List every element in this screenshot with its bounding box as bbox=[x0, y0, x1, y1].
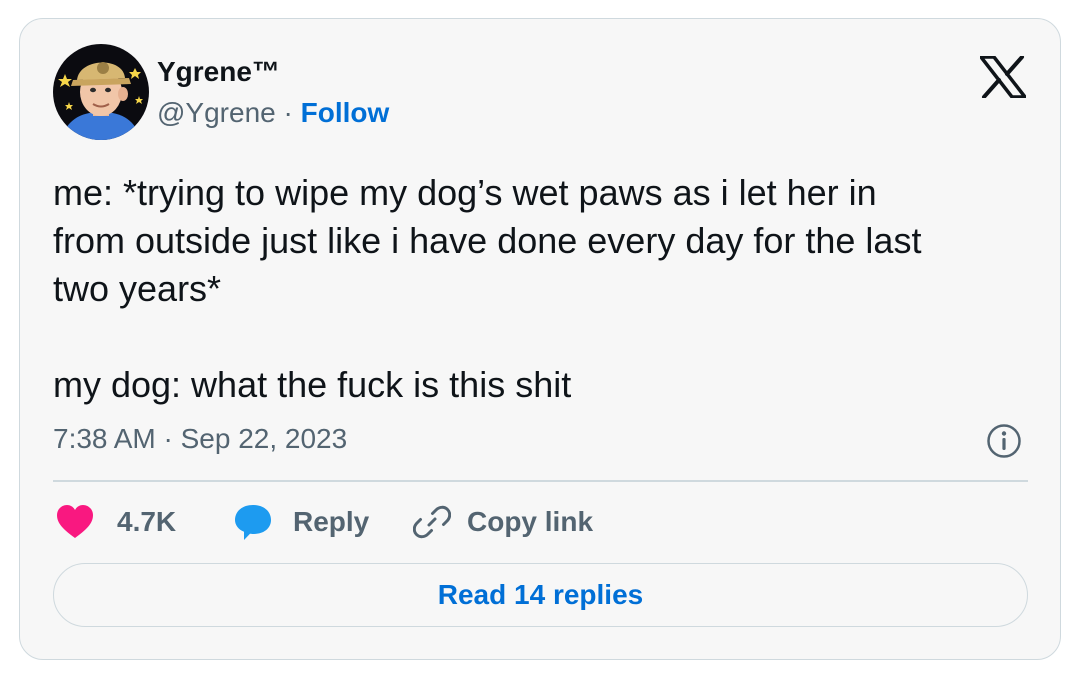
embedded-tweet-card: Ygrene™ @Ygrene · Follow me: *trying to … bbox=[19, 18, 1061, 660]
reply-button[interactable]: Reply bbox=[233, 501, 369, 543]
copy-link-label: Copy link bbox=[467, 506, 594, 537]
copy-link-button[interactable]: Copy link bbox=[413, 501, 593, 543]
tweet-text: me: *trying to wipe my dog’s wet paws as… bbox=[53, 172, 922, 405]
reply-label: Reply bbox=[293, 506, 370, 537]
heart-icon bbox=[57, 505, 93, 538]
author-display-name[interactable]: Ygrene™ bbox=[157, 55, 280, 89]
like-button[interactable]: 4.7K bbox=[55, 501, 176, 543]
divider bbox=[53, 480, 1028, 482]
link-icon bbox=[413, 505, 451, 539]
action-bar: 4.7K Reply Copy link bbox=[53, 501, 1028, 543]
handle-separator: · bbox=[275, 97, 301, 128]
info-icon[interactable] bbox=[986, 423, 1022, 459]
tweet-timestamp[interactable]: 7:38 AM · Sep 22, 2023 bbox=[53, 422, 347, 456]
avatar-illustration bbox=[53, 44, 149, 140]
speech-bubble-icon bbox=[235, 505, 271, 540]
author-handle[interactable]: @Ygrene bbox=[157, 97, 276, 128]
read-replies-button[interactable]: Read 14 replies bbox=[53, 563, 1028, 627]
avatar[interactable] bbox=[53, 44, 149, 140]
author-handle-row: @Ygrene · Follow bbox=[157, 96, 389, 130]
follow-link[interactable]: Follow bbox=[301, 97, 390, 128]
x-logo-icon[interactable] bbox=[979, 55, 1027, 99]
like-count: 4.7K bbox=[117, 506, 177, 537]
